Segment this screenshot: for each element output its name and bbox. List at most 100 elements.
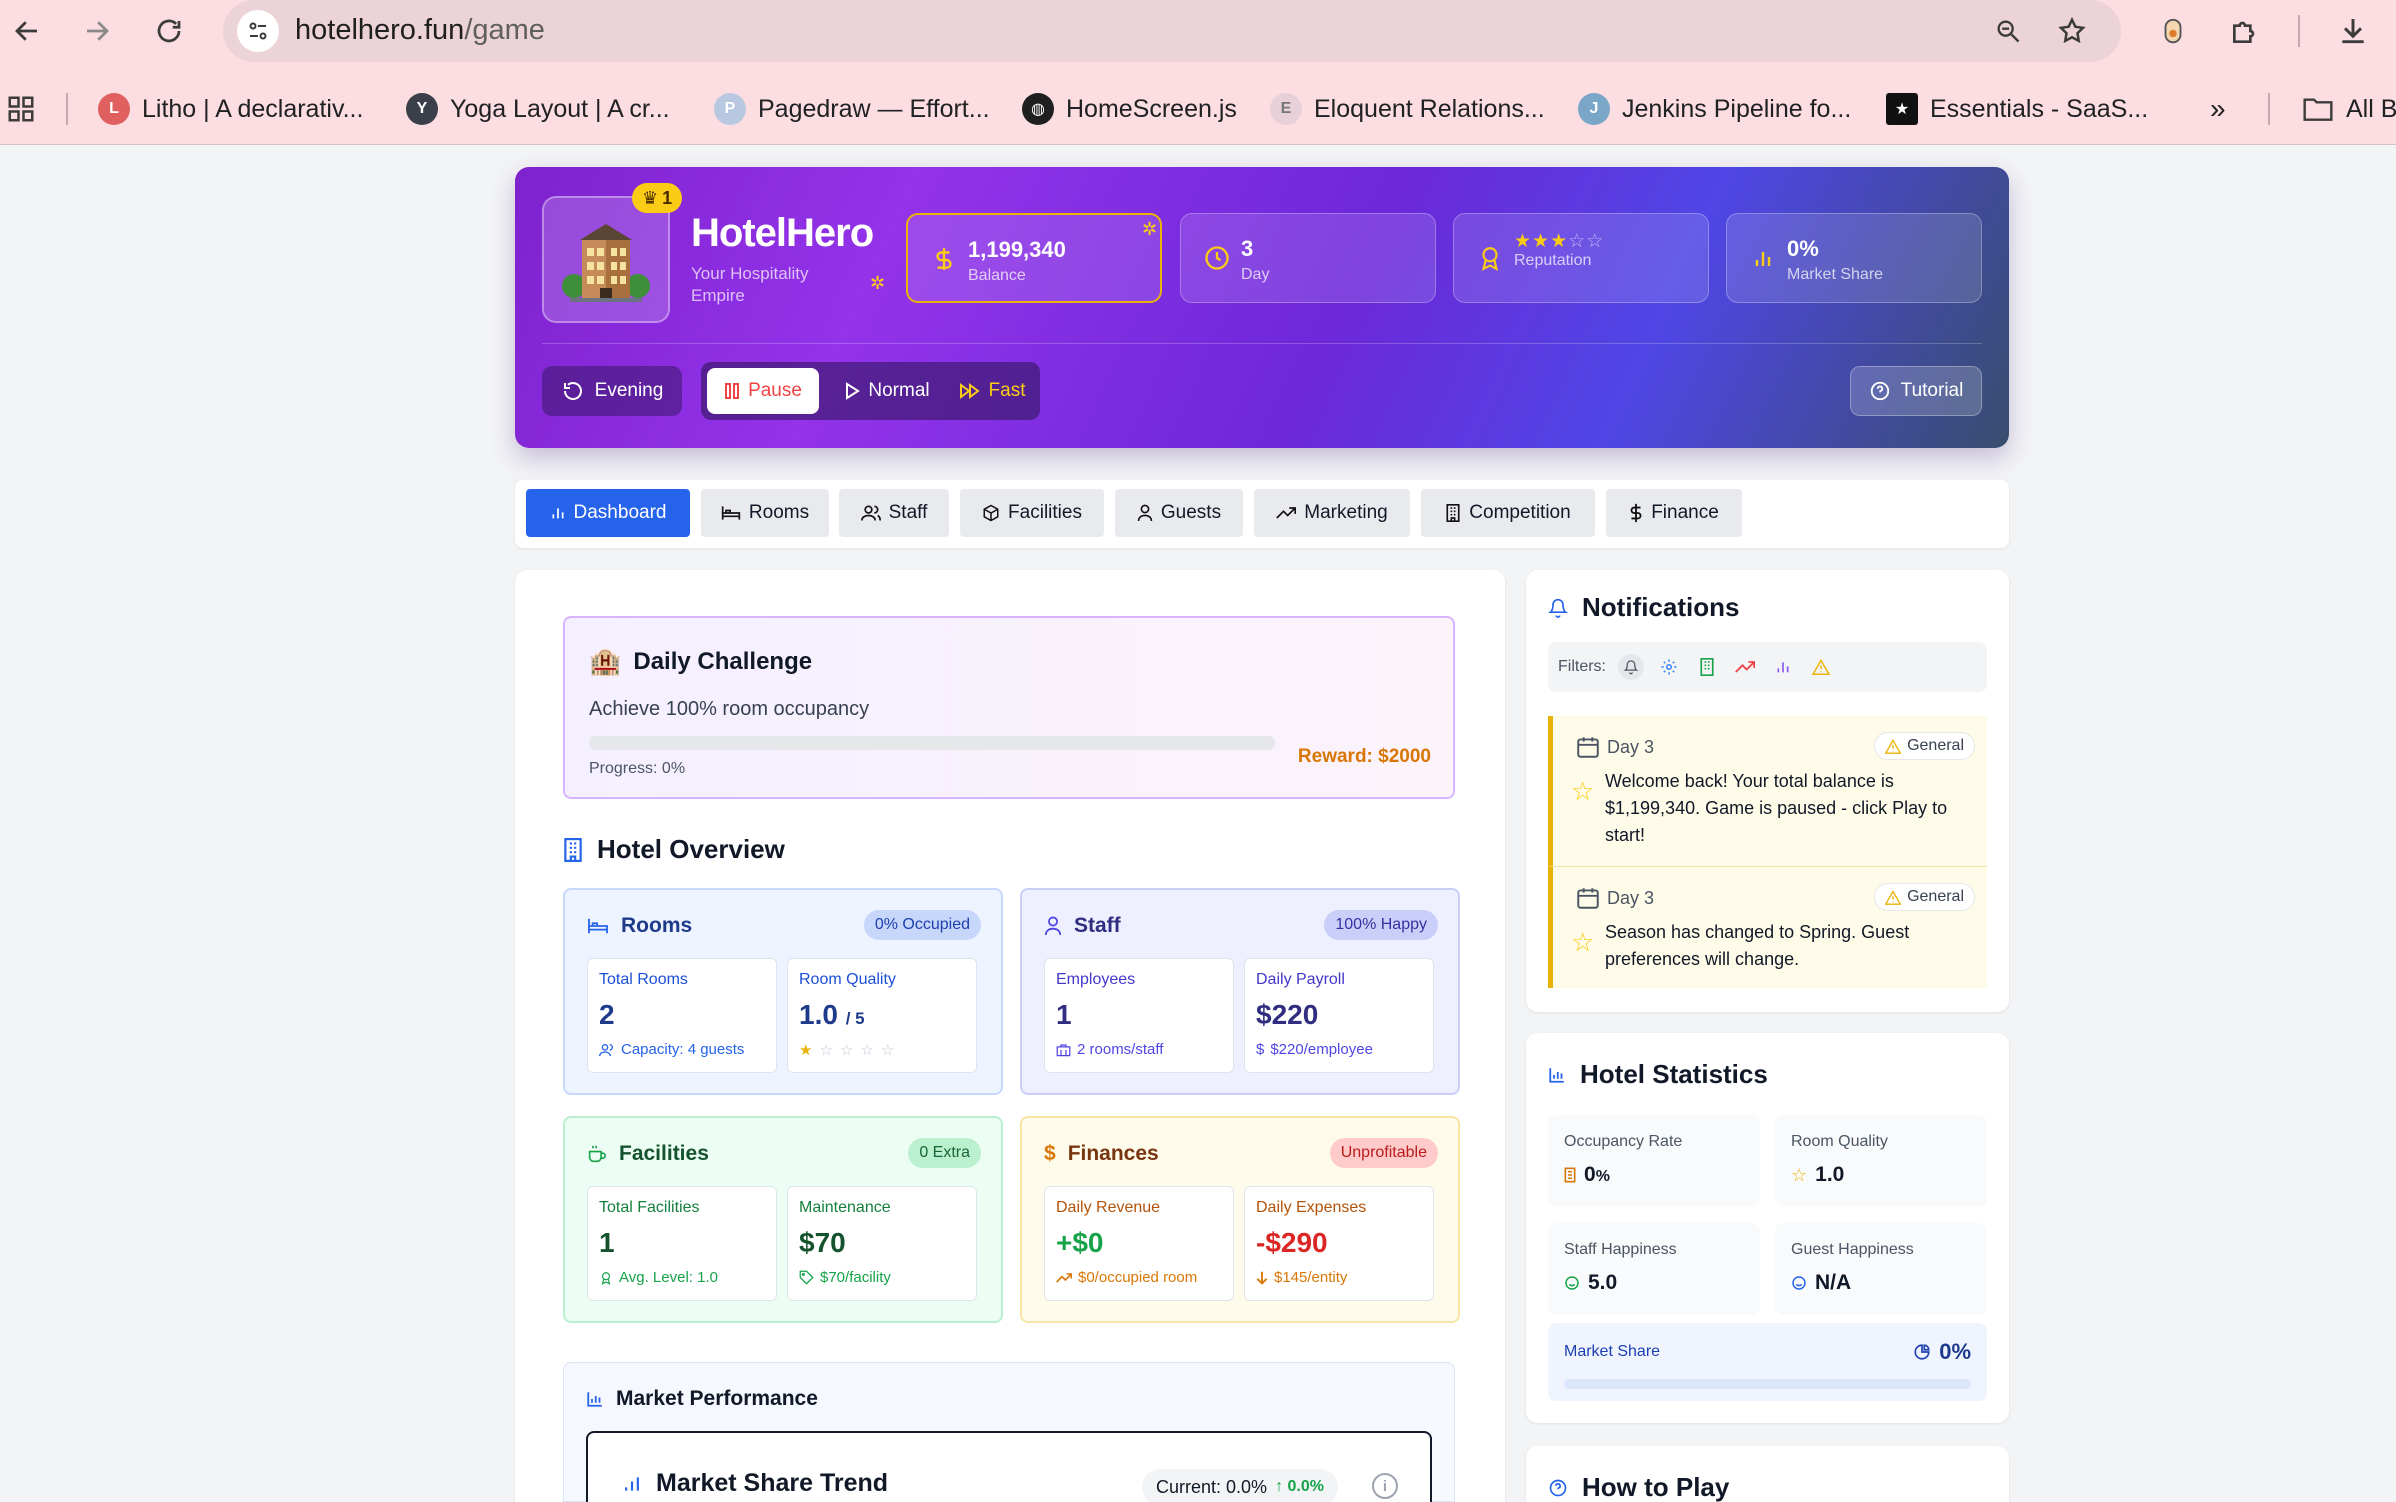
- package-icon: [983, 504, 999, 522]
- tab-staff[interactable]: Staff: [839, 489, 949, 537]
- filter-settings-icon[interactable]: [1656, 654, 1682, 680]
- tutorial-button[interactable]: Tutorial: [1850, 366, 1982, 416]
- tab-label: Rooms: [748, 502, 810, 523]
- folder-icon: [2303, 98, 2333, 121]
- star-icon: ☆: [1791, 1164, 1808, 1185]
- fast-speed-button[interactable]: Fast: [949, 368, 1035, 414]
- zoom-icon[interactable]: [1987, 10, 2029, 52]
- all-bookmarks[interactable]: All B: [2302, 86, 2396, 132]
- employees-value: 1: [1056, 999, 1072, 1030]
- time-of-day-button[interactable]: Evening: [542, 366, 682, 416]
- pause-button[interactable]: Pause: [707, 368, 819, 414]
- apps-grid-icon[interactable]: [6, 86, 36, 132]
- guest-happiness-value: N/A: [1791, 1271, 1851, 1295]
- arrow-down-icon: [1256, 1271, 1268, 1285]
- extensions-puzzle-icon[interactable]: [2224, 10, 2266, 52]
- help-circle-icon: [1549, 1479, 1567, 1496]
- star-filled-icon: ★: [1514, 231, 1533, 252]
- forward-button[interactable]: [76, 10, 118, 52]
- revenue-per-room-text: $0/occupied room: [1078, 1269, 1198, 1286]
- staff-panel: Staff 100% Happy Employees 1 2 rooms/sta…: [1020, 888, 1460, 1095]
- room-quality-number: 1.0: [799, 999, 838, 1030]
- extension-icon[interactable]: [2152, 10, 2194, 52]
- market-performance-heading: Market Performance: [616, 1387, 818, 1410]
- challenge-progress-text: Progress: 0%: [589, 760, 686, 777]
- speed-controls: Pause Normal Fast: [701, 362, 1040, 420]
- market-performance-title: Market Performance: [586, 1387, 818, 1411]
- star-empty-icon: ☆: [880, 1042, 896, 1059]
- browser-chrome: hotelhero.fun/game L Litho | A declarativ…: [0, 0, 2396, 145]
- header-divider: [542, 343, 1982, 344]
- bookmark-6[interactable]: ★ Essentials - SaaS...: [1886, 86, 2148, 132]
- notification-category: General: [1907, 737, 1964, 754]
- user-icon: [1137, 504, 1153, 522]
- star-filled-icon: ★: [1550, 231, 1569, 252]
- tab-competition[interactable]: Competition: [1421, 489, 1595, 537]
- occupancy-badge: 0% Occupied: [863, 910, 981, 940]
- bookmark-2[interactable]: P Pagedraw — Effort...: [714, 86, 990, 132]
- site-info-icon[interactable]: [237, 10, 279, 52]
- reload-button[interactable]: [148, 10, 190, 52]
- staff-title: Staff: [1044, 914, 1121, 938]
- bookmark-5[interactable]: J Jenkins Pipeline fo...: [1578, 86, 1851, 132]
- bar-chart-icon: [587, 1392, 602, 1407]
- pie-chart-icon: [1914, 1344, 1930, 1360]
- challenge-description: Achieve 100% room occupancy: [589, 698, 870, 720]
- day-label: Day: [1241, 266, 1270, 283]
- filter-building-icon[interactable]: [1694, 654, 1720, 680]
- download-icon[interactable]: [2332, 10, 2374, 52]
- day-stat: 3 Day: [1180, 213, 1436, 303]
- balance-stat: 1,199,340 Balance ✲: [906, 213, 1162, 303]
- filter-chart-icon[interactable]: [1770, 654, 1796, 680]
- tab-facilities[interactable]: Facilities: [960, 489, 1104, 537]
- tab-marketing[interactable]: Marketing: [1254, 489, 1410, 537]
- notification-text: Season has changed to Spring. Guest pref…: [1605, 922, 1910, 969]
- capacity-text: Capacity: 4 guests: [621, 1041, 745, 1058]
- pause-icon: [725, 383, 740, 399]
- tab-finance[interactable]: Finance: [1606, 489, 1742, 537]
- bookmark-4[interactable]: E Eloquent Relations...: [1270, 86, 1545, 132]
- reload-icon: [157, 19, 181, 43]
- room-quality-stat-value: ☆ 1.0: [1791, 1163, 1844, 1187]
- occupancy-rate-value: 0%: [1564, 1163, 1610, 1187]
- tag-icon: [799, 1270, 814, 1285]
- challenge-reward: Reward: $2000: [1297, 746, 1431, 767]
- star-filled-icon: ★: [799, 1042, 814, 1059]
- daily-challenge-title: 🏨 Daily Challenge: [589, 646, 812, 677]
- room-quality-box: Room Quality 1.0 / 5 ★ ☆ ☆ ☆ ☆: [787, 958, 977, 1073]
- tab-rooms[interactable]: Rooms: [701, 489, 829, 537]
- total-rooms-value: 2: [599, 999, 615, 1030]
- trending-up-icon: [1276, 507, 1297, 519]
- maintenance-box: Maintenance $70 $70/facility: [787, 1186, 977, 1301]
- bookmarks-overflow-icon[interactable]: »: [2210, 86, 2226, 132]
- daily-challenge-card: 🏨 Daily Challenge Achieve 100% room occu…: [563, 616, 1455, 799]
- info-icon[interactable]: i: [1372, 1473, 1398, 1499]
- address-bar[interactable]: hotelhero.fun/game: [223, 0, 2121, 62]
- url-path: /game: [464, 14, 545, 46]
- filter-all-bell-icon[interactable]: [1618, 654, 1644, 680]
- hotel-overview-title: Hotel Overview: [563, 834, 785, 865]
- market-share-trend-heading: Market Share Trend: [656, 1469, 889, 1497]
- bookmark-3[interactable]: ◍ HomeScreen.js: [1022, 86, 1237, 132]
- total-facilities-label: Total Facilities: [599, 1199, 700, 1216]
- globe-icon: ◍: [1022, 93, 1054, 125]
- bookmark-0[interactable]: L Litho | A declarativ...: [98, 86, 363, 132]
- total-facilities-value: 1: [599, 1227, 615, 1258]
- back-button[interactable]: [6, 10, 48, 52]
- tab-guests[interactable]: Guests: [1115, 489, 1243, 537]
- tab-dashboard[interactable]: Dashboard: [526, 489, 690, 537]
- tutorial-label: Tutorial: [1900, 380, 1964, 401]
- guest-happiness-stat: Guest Happiness N/A: [1775, 1223, 1987, 1315]
- total-rooms-label: Total Rooms: [599, 971, 688, 988]
- daily-revenue-box: Daily Revenue +$0 $0/occupied room: [1044, 1186, 1234, 1301]
- info-icon-glyph: i: [1382, 1477, 1388, 1495]
- filter-warning-icon[interactable]: [1808, 654, 1834, 680]
- bookmark-star-icon[interactable]: [2051, 10, 2093, 52]
- occupancy-rate-figure: 0: [1584, 1163, 1596, 1186]
- payroll-per-employee: $ $220/employee: [1256, 1041, 1373, 1058]
- bookmark-1[interactable]: Y Yoga Layout | A cr...: [406, 86, 670, 132]
- rooms-heading: Rooms: [621, 914, 693, 937]
- normal-speed-button[interactable]: Normal: [829, 368, 945, 414]
- staff-happiness-badge: 100% Happy: [1324, 910, 1438, 940]
- filter-trending-icon[interactable]: [1732, 654, 1758, 680]
